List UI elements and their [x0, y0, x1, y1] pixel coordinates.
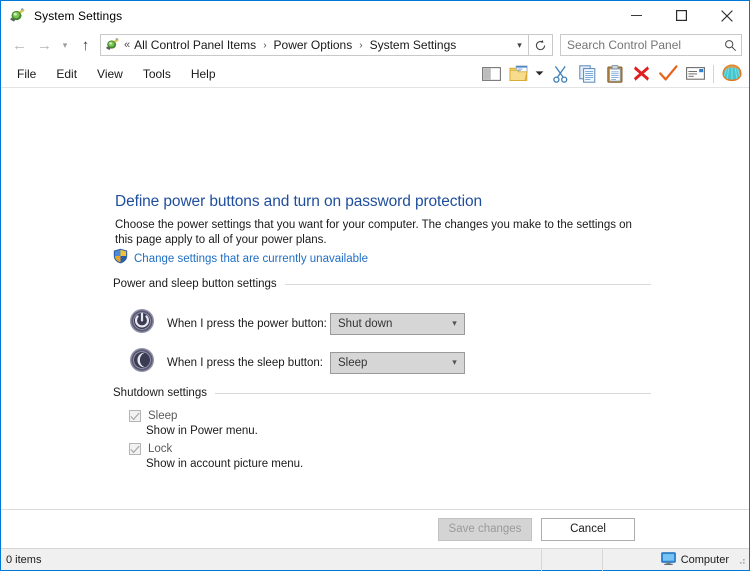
menu-item-edit[interactable]: Edit: [47, 64, 86, 84]
uac-link-label[interactable]: Change settings that are currently unava…: [134, 253, 368, 265]
breadcrumb-overflow[interactable]: «: [124, 39, 132, 51]
checkbox-sleep-description: Show in Power menu.: [146, 425, 258, 437]
close-button[interactable]: [704, 1, 749, 30]
status-location: Computer: [661, 549, 729, 571]
power-options-icon: [9, 7, 27, 25]
chevron-down-icon: ▾: [445, 357, 464, 368]
breadcrumb-power-options-icon: [105, 37, 121, 53]
menu-item-tools[interactable]: Tools: [134, 64, 180, 84]
uac-shield-icon: [113, 248, 128, 269]
minimize-button[interactable]: [614, 1, 659, 30]
rename-properties-icon[interactable]: [682, 61, 709, 87]
power-button-label: When I press the power button:: [167, 318, 330, 330]
checkbox-sleep-label[interactable]: Sleep: [148, 410, 177, 422]
status-divider: [541, 549, 542, 571]
chevron-down-icon[interactable]: [532, 61, 547, 87]
organize-folder-icon[interactable]: [505, 61, 532, 87]
power-button-action-select[interactable]: Shut down ▾: [330, 313, 465, 335]
section-power-title: Power and sleep button settings: [113, 278, 277, 290]
breadcrumb-item-system-settings[interactable]: System Settings: [368, 38, 459, 52]
refresh-button[interactable]: [529, 34, 553, 56]
checkbox-lock[interactable]: Lock: [129, 443, 172, 455]
navigation-bar: ← → ▾ ↑ « All Control Panel Items › Powe…: [1, 30, 749, 60]
delete-x-icon[interactable]: [628, 61, 655, 87]
menu-item-help[interactable]: Help: [182, 64, 225, 84]
cancel-button[interactable]: Cancel: [541, 518, 635, 541]
breadcrumb-separator: ›: [354, 40, 367, 51]
content-area: Define power buttons and turn on passwor…: [1, 88, 749, 509]
resize-grip[interactable]: [736, 555, 746, 568]
sleep-button-label: When I press the sleep button:: [167, 357, 330, 369]
menu-item-view[interactable]: View: [88, 64, 132, 84]
maximize-button[interactable]: [659, 1, 704, 30]
cut-scissors-icon[interactable]: [547, 61, 574, 87]
paste-clipboard-icon[interactable]: [601, 61, 628, 87]
search-icon: [719, 39, 741, 52]
status-bar: 0 items Computer: [1, 548, 749, 570]
status-item-count: 0 items: [1, 554, 41, 566]
window-title: System Settings: [34, 9, 122, 23]
sleep-button-action-value: Sleep: [331, 357, 445, 369]
section-shutdown-settings: Shutdown settings: [113, 387, 651, 399]
menu-item-file[interactable]: File: [8, 64, 45, 84]
toolbar-separator: [713, 65, 714, 83]
checkbox-sleep-box[interactable]: [129, 410, 141, 422]
power-button-icon: [129, 308, 155, 339]
checkbox-lock-label[interactable]: Lock: [148, 443, 172, 455]
search-input[interactable]: [561, 38, 719, 52]
preview-pane-icon[interactable]: [478, 61, 505, 87]
shell-icon[interactable]: [718, 61, 745, 87]
section-divider: [215, 393, 651, 394]
page-description: Choose the power settings that you want …: [115, 218, 645, 248]
uac-change-settings-link[interactable]: Change settings that are currently unava…: [113, 248, 368, 269]
footer-bar: Save changes Cancel: [1, 509, 749, 548]
system-settings-window: System Settings ← → ▾ ↑: [0, 0, 750, 571]
section-divider: [285, 284, 651, 285]
breadcrumb-item-power-options[interactable]: Power Options: [272, 38, 355, 52]
save-changes-button[interactable]: Save changes: [438, 518, 532, 541]
check-glyph: [130, 412, 140, 421]
section-shutdown-title: Shutdown settings: [113, 387, 207, 399]
row-power-button: When I press the power button: Shut down…: [129, 308, 465, 339]
checkbox-lock-box[interactable]: [129, 443, 141, 455]
up-arrow-icon[interactable]: ↑: [73, 33, 98, 57]
checkmark-icon[interactable]: [655, 61, 682, 87]
power-button-action-value: Shut down: [331, 318, 445, 330]
breadcrumb-item-all-control-panel-items[interactable]: All Control Panel Items: [132, 38, 258, 52]
checkbox-lock-description: Show in account picture menu.: [146, 458, 303, 470]
section-power-and-sleep: Power and sleep button settings: [113, 278, 651, 290]
copy-icon[interactable]: [574, 61, 601, 87]
window-controls: [614, 1, 749, 30]
sleep-button-action-select[interactable]: Sleep ▾: [330, 352, 465, 374]
chevron-down-icon: ▾: [445, 318, 464, 329]
toolbar: [478, 60, 745, 87]
title-bar: System Settings: [1, 1, 749, 30]
menu-bar: File Edit View Tools Help: [1, 60, 749, 88]
search-control-panel-box[interactable]: [560, 34, 742, 56]
chevron-down-icon[interactable]: ▾: [511, 35, 528, 55]
back-arrow-icon[interactable]: ←: [7, 33, 32, 57]
forward-arrow-icon[interactable]: →: [32, 33, 57, 57]
computer-monitor-icon: [661, 552, 676, 569]
address-bar[interactable]: « All Control Panel Items › Power Option…: [100, 34, 529, 56]
status-divider: [602, 549, 603, 571]
check-glyph: [130, 445, 140, 454]
breadcrumb-separator: ›: [258, 40, 271, 51]
recent-locations-chevron-icon[interactable]: ▾: [57, 33, 73, 57]
sleep-moon-icon: [129, 347, 155, 378]
status-location-label: Computer: [681, 554, 729, 566]
page-title: Define power buttons and turn on passwor…: [115, 193, 482, 211]
checkbox-sleep[interactable]: Sleep: [129, 410, 177, 422]
row-sleep-button: When I press the sleep button: Sleep ▾: [129, 347, 465, 378]
